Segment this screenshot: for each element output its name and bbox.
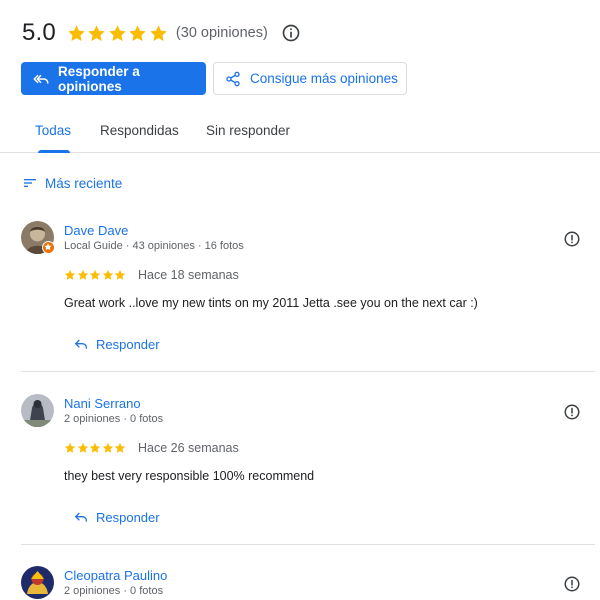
share-icon [224, 70, 242, 88]
rating-summary: 5.0 (30 opiniones) [22, 18, 301, 48]
review-item: Nani Serrano 2 opiniones · 0 fotos Hace … [21, 394, 595, 545]
reviewer-meta: 2 opiniones · 0 fotos [64, 585, 164, 597]
sort-label: Más reciente [45, 175, 123, 191]
reviewer-meta: Local Guide · 43 opiniones · 16 fotos [64, 240, 244, 252]
star-icon [77, 269, 89, 281]
star-icon [102, 269, 114, 281]
get-more-reviews-label: Consigue más opiniones [250, 71, 398, 86]
get-more-reviews-button[interactable]: Consigue más opiniones [213, 62, 407, 95]
star-icon [128, 24, 147, 43]
reviewer-name[interactable]: Nani Serrano [64, 396, 141, 411]
review-text: they best very responsible 100% recommen… [64, 469, 315, 483]
reply-label: Responder [96, 509, 160, 525]
star-icon [114, 442, 126, 454]
reply-all-icon [32, 70, 50, 88]
review-stars [64, 269, 127, 281]
review-actions: Responder a opiniones Consigue más opini… [21, 62, 407, 95]
review-count: (30 opiniones) [175, 25, 268, 41]
reply-label: Responder [96, 336, 160, 352]
report-icon[interactable] [563, 575, 581, 593]
star-icon [67, 24, 86, 43]
star-icon [108, 24, 127, 43]
review-item: Dave Dave Local Guide · 43 opiniones · 1… [21, 221, 595, 372]
local-guide-badge [42, 241, 55, 254]
info-icon[interactable] [281, 23, 301, 43]
reply-button[interactable]: Responder [73, 509, 160, 525]
report-icon[interactable] [563, 230, 581, 248]
tab-unanswered[interactable]: Sin responder [206, 123, 290, 138]
star-icon [64, 442, 76, 454]
star-icon [89, 442, 101, 454]
average-score: 5.0 [22, 19, 56, 46]
star-icon [64, 269, 76, 281]
average-stars [67, 24, 169, 43]
review-time: Hace 26 semanas [138, 441, 239, 455]
reply-arrow-icon [73, 336, 89, 352]
star-icon [87, 24, 106, 43]
reply-button[interactable]: Responder [73, 336, 160, 352]
review-text: Great work ..love my new tints on my 201… [64, 296, 478, 310]
review-item: Cleopatra Paulino 2 opiniones · 0 fotos [21, 566, 595, 600]
reply-to-reviews-label: Responder a opiniones [58, 63, 140, 94]
divider [21, 544, 595, 545]
tab-all[interactable]: Todas [35, 123, 71, 138]
reviewer-name[interactable]: Dave Dave [64, 223, 128, 238]
review-filter-tabs: Todas Respondidas Sin responder [0, 112, 600, 153]
avatar[interactable] [21, 394, 54, 427]
avatar[interactable] [21, 566, 54, 599]
reply-to-reviews-button[interactable]: Responder a opiniones [21, 62, 206, 95]
reviewer-meta: 2 opiniones · 0 fotos [64, 413, 164, 425]
report-icon[interactable] [563, 403, 581, 421]
sort-button[interactable]: Más reciente [22, 175, 122, 191]
star-icon [149, 24, 168, 43]
tab-answered[interactable]: Respondidas [100, 123, 179, 138]
star-icon [89, 269, 101, 281]
star-icon [102, 442, 114, 454]
review-stars [64, 442, 127, 454]
star-icon [77, 442, 89, 454]
sort-lines-icon [24, 179, 36, 187]
divider [21, 371, 595, 372]
active-tab-indicator [38, 150, 70, 153]
review-time: Hace 18 semanas [138, 268, 239, 282]
reviewer-name[interactable]: Cleopatra Paulino [64, 568, 167, 583]
reply-arrow-icon [73, 509, 89, 525]
star-icon [114, 269, 126, 281]
